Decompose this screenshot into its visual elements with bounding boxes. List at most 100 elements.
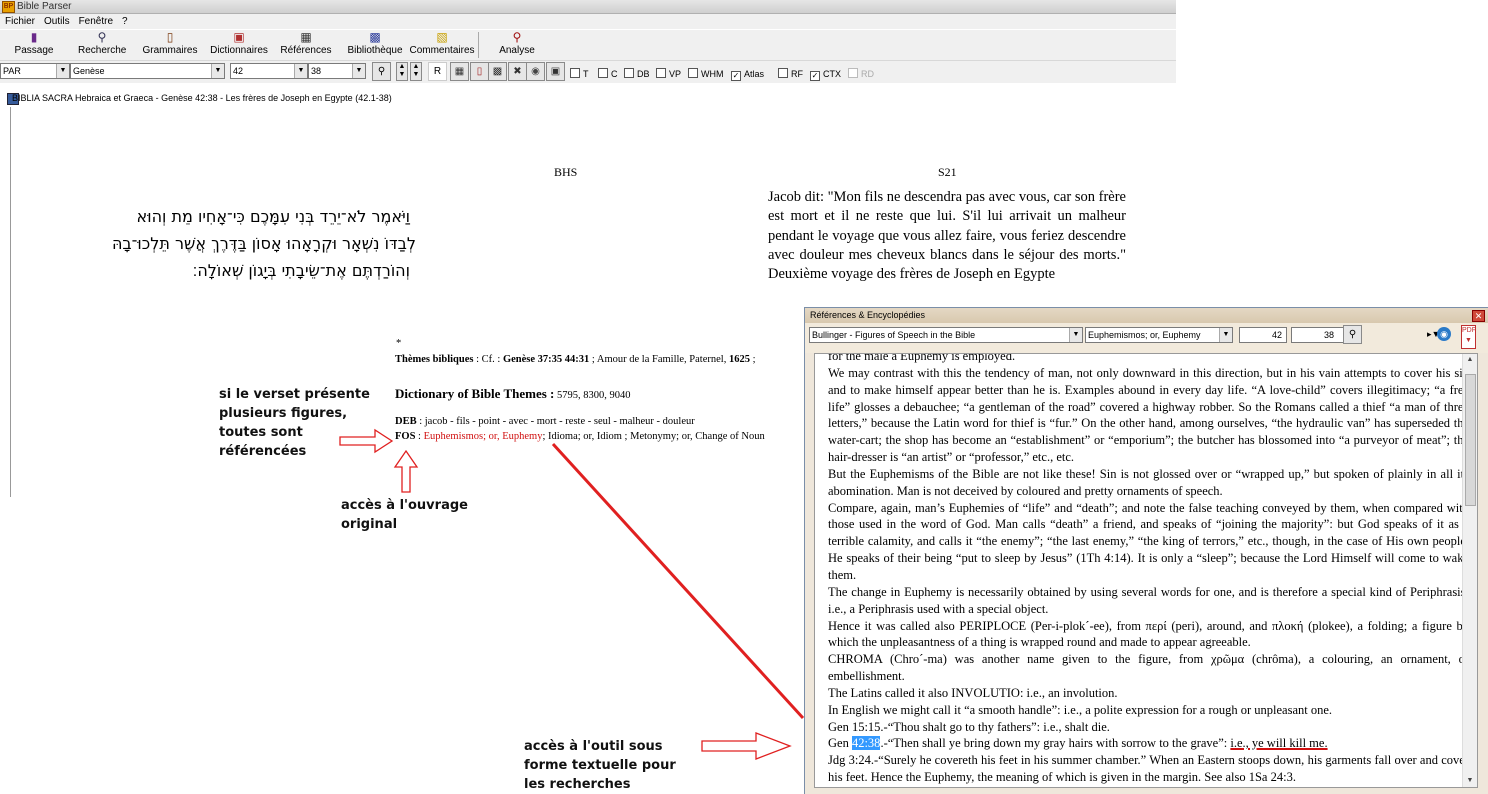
chevron-down-icon: ▼ xyxy=(1219,328,1232,342)
dictionnaires-button[interactable]: ▣ Dictionnaires xyxy=(208,31,270,57)
work-select[interactable]: Bullinger - Figures of Speech in the Bib… xyxy=(809,327,1083,343)
hebrew-line-3: וְהוֹרַדְתֶּם אֶת־שֵׂיבָתִי בְּיָגוֹן שְ… xyxy=(192,261,410,280)
title-bar: BP Bible Parser xyxy=(0,0,1176,14)
menu-fichier[interactable]: Fichier xyxy=(0,14,39,29)
column-header-s21: S21 xyxy=(938,165,957,179)
dbt-line: Dictionary of Bible Themes : 5795, 8300,… xyxy=(395,386,631,401)
references-button[interactable]: ▦ Références xyxy=(280,31,332,57)
verse-select[interactable]: 38 ▼ xyxy=(308,63,366,79)
ref-paragraph: Hence it was called also PERIPLOCE (Per-… xyxy=(828,618,1469,650)
menu-bar: Fichier Outils Fenêtre? xyxy=(0,14,1176,29)
tools-icon[interactable]: ✖ xyxy=(508,62,527,81)
pdf-icon[interactable]: PDF ▼ xyxy=(1461,325,1476,349)
ref-paragraph: The Latins called it also INVOLUTIO: i.e… xyxy=(828,685,1118,700)
chapter-stepper[interactable]: ▲ ▼ xyxy=(410,62,422,81)
highlighted-verse-ref[interactable]: 42:38 xyxy=(851,736,881,751)
scrollbar-thumb[interactable] xyxy=(1465,374,1476,506)
annotation-text-tool: accès à l'outil sous forme textuelle pou… xyxy=(524,739,676,792)
media-icon[interactable]: ▣ xyxy=(546,62,565,81)
reference-text-panel[interactable]: for the male a Euphemy is employed. We m… xyxy=(814,353,1478,788)
references-icon: ▦ xyxy=(300,30,312,44)
menu-help[interactable]: ? xyxy=(117,14,132,29)
recherche-button[interactable]: ⚲ Recherche xyxy=(78,31,126,57)
check-db[interactable]: DB xyxy=(624,68,650,80)
fos-line: FOS : Euphemismos; or, Euphemy; Idioma; … xyxy=(395,431,765,442)
check-rd[interactable]: RD xyxy=(848,68,874,80)
chevron-down-icon: ▼ xyxy=(56,64,69,78)
references-title-bar: Références & Encyclopédies ✕ xyxy=(805,308,1488,323)
chevron-down-icon: ▼ xyxy=(352,64,365,78)
passage-button[interactable]: ▮ Passage xyxy=(14,31,54,57)
verse-stepper[interactable]: ▲ ▼ xyxy=(396,62,408,81)
red-connector-line xyxy=(551,442,805,720)
fos-euphemy-link[interactable]: Euphemismos; or, Euphemy xyxy=(424,431,543,442)
entry-select[interactable]: Euphemismos; or, Euphemy ▼ xyxy=(1085,327,1233,343)
check-whm[interactable]: WHM xyxy=(688,68,724,80)
toolbar-separator xyxy=(478,32,479,58)
r-button[interactable]: R xyxy=(428,62,447,81)
table-icon[interactable]: ▩ xyxy=(488,62,507,81)
ref-paragraph: But the Euphemisms of the Bible are not … xyxy=(828,466,1469,498)
check-c[interactable]: C xyxy=(598,68,618,80)
check-ctx[interactable]: ✓ CTX xyxy=(810,68,841,81)
document-border xyxy=(10,107,11,497)
chevron-down-icon: ▼ xyxy=(1069,328,1082,342)
document-title-bar: BIBLIA SACRA Hebraica et Graeca - Genèse… xyxy=(0,89,1176,107)
references-toolbar: Bullinger - Figures of Speech in the Bib… xyxy=(805,323,1488,353)
menu-fenetre[interactable]: Fenêtre xyxy=(74,14,117,29)
analyse-button[interactable]: ⚲ Analyse xyxy=(496,31,538,57)
chevron-up-icon: ▲ xyxy=(412,63,420,70)
check-t[interactable]: T xyxy=(570,68,589,80)
underlined-meaning: i.e., ye will kill me. xyxy=(1230,736,1328,751)
close-icon[interactable]: ✕ xyxy=(1472,310,1485,322)
magnifier-icon: ⚲ xyxy=(1348,329,1357,340)
ref-chapter-field[interactable]: 42 xyxy=(1239,327,1287,343)
ref-paragraph: Gen 15:15.-“Thou shalt go to thy fathers… xyxy=(828,719,1110,734)
deb-line: DEB : jacob - fils - point - avec - mort… xyxy=(395,416,695,427)
ref-verse-field[interactable]: 38 xyxy=(1291,327,1349,343)
globe-icon[interactable]: ◉ xyxy=(1437,327,1451,341)
chevron-down-icon: ▼ xyxy=(294,64,307,78)
search-icon: ⚲ xyxy=(97,30,107,44)
navigation-bar: PAR ▼ Genèse ▼ 42 ▼ 38 ▼ ⚲ ▲ ▼ ▲ ▼ R ▦ ▯ ▩ ✖ ◉… xyxy=(0,61,1176,83)
books-icon[interactable]: ▯ xyxy=(470,62,489,81)
dictionary-icon: ▣ xyxy=(233,30,245,44)
book-select[interactable]: Genèse ▼ xyxy=(70,63,225,79)
grammaires-button[interactable]: ▯ Grammaires xyxy=(142,31,198,57)
ref-paragraph: CHROMA (Chro´-ma) was another name given… xyxy=(828,652,1469,684)
dbt-values[interactable]: 5795, 8300, 9040 xyxy=(557,390,631,401)
comments-icon: ▧ xyxy=(436,30,448,44)
vertical-scrollbar[interactable]: ▲ ▼ xyxy=(1462,354,1477,787)
app-logo-icon: BP xyxy=(2,1,15,13)
books-icon: ▯ xyxy=(166,30,174,44)
disc-icon[interactable]: ◉ xyxy=(526,62,545,81)
french-verse-text: Jacob dit: "Mon fils ne descendra pas av… xyxy=(768,189,1126,283)
hebrew-line-1: וַיֹּאמֶר לֹא־יֵרֵד בְּנִי עִמָּכֶם כִּי… xyxy=(136,207,410,226)
main-toolbar: ▮ Passage ⚲ Recherche ▯ Grammaires ▣ Diction… xyxy=(0,30,1176,61)
check-vp[interactable]: VP xyxy=(656,68,681,80)
check-rf[interactable]: RF xyxy=(778,68,803,80)
chevron-up-icon: ▲ xyxy=(398,63,406,70)
chevron-up-icon[interactable]: ▲ xyxy=(1463,354,1477,366)
ref-paragraph-gen-42-38: Gen 42:38.-“Then shall ye bring down my … xyxy=(828,736,1328,751)
version-select[interactable]: PAR ▼ xyxy=(0,63,70,79)
zoom-button[interactable]: ⚲ xyxy=(372,62,391,81)
grid-icon[interactable]: ▦ xyxy=(450,62,469,81)
document-title: BIBLIA SACRA Hebraica et Graeca - Genèse… xyxy=(12,93,392,103)
chevron-down-icon[interactable]: ▼ xyxy=(1463,775,1477,787)
bibliotheque-button[interactable]: ▩ Bibliothèque xyxy=(344,31,406,57)
check-atlas[interactable]: ✓ Atlas xyxy=(731,68,764,81)
window-title: Bible Parser xyxy=(17,1,72,12)
library-icon: ▩ xyxy=(369,30,381,44)
references-window: Références & Encyclopédies ✕ Bullinger -… xyxy=(804,307,1488,794)
commentaires-button[interactable]: ▧ Commentaires xyxy=(408,31,476,57)
menu-outils[interactable]: Outils xyxy=(39,14,74,29)
themes-line: Thèmes bibliques : Cf. : Genèse 37:35 44… xyxy=(395,354,756,365)
ref-zoom-button[interactable]: ⚲ xyxy=(1343,325,1362,344)
references-title: Références & Encyclopédies xyxy=(810,310,926,320)
magnifier-icon: ⚲ xyxy=(377,66,386,77)
arrow-right-icon xyxy=(339,428,394,454)
themes-ref-link[interactable]: Genèse 37:35 44:31 xyxy=(503,354,589,365)
chapter-select[interactable]: 42 ▼ xyxy=(230,63,308,79)
chevron-down-icon: ▼ xyxy=(211,64,224,78)
